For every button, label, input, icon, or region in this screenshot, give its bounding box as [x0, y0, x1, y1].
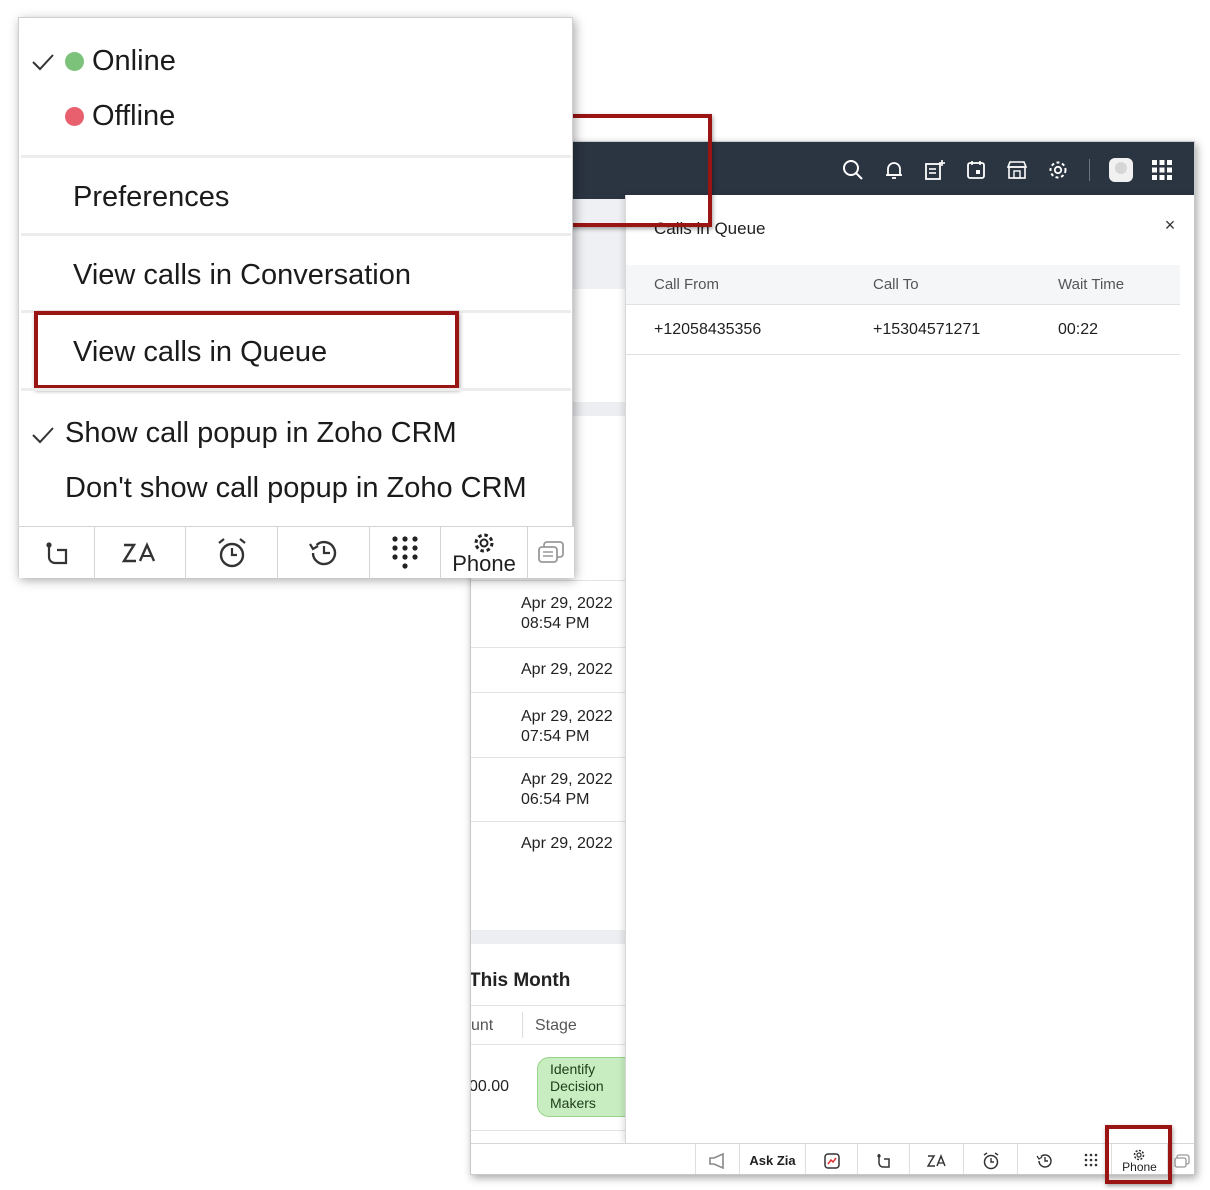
analytics-icon[interactable] [805, 1144, 857, 1174]
column-header-call-to: Call To [873, 276, 919, 293]
show-popup-label: Show call popup in Zoho CRM [65, 416, 457, 449]
menu-item-hide-popup[interactable]: Don't show call popup in Zoho CRM [19, 467, 574, 509]
menu-item-offline[interactable]: Offline [19, 95, 574, 137]
online-status-dot [65, 51, 84, 71]
row-divider [471, 1130, 631, 1131]
table-row[interactable]: +12058435356 +15304571271 00:22 [626, 305, 1180, 355]
calendar-icon[interactable] [964, 158, 988, 182]
cell-call-from: +12058435356 [654, 320, 762, 338]
table-header: Call From Call To Wait Time [626, 265, 1180, 305]
signals-icon[interactable] [19, 527, 95, 579]
marketplace-icon[interactable] [1005, 158, 1029, 182]
phone-label: Phone [452, 551, 516, 576]
close-icon[interactable]: × [1162, 216, 1178, 234]
online-label: Online [92, 44, 176, 77]
menu-item-show-popup[interactable]: Show call popup in Zoho CRM [19, 412, 574, 454]
menu-item-preferences[interactable]: Preferences [19, 176, 574, 218]
bottom-toolbar: Ask Zia Phone [471, 1143, 1194, 1174]
phone-button-highlight [1105, 1125, 1172, 1184]
phone-settings-menu: Online Offline Preferences View calls in… [18, 17, 574, 579]
notification-bell-icon[interactable] [882, 158, 906, 182]
queue-table: Call From Call To Wait Time +12058435356… [626, 265, 1180, 355]
menu-divider [21, 155, 571, 158]
reminder-alarm-icon[interactable] [186, 527, 278, 579]
menu-item-online[interactable]: Online [19, 40, 574, 82]
menu-item-view-calls-conversation[interactable]: View calls in Conversation [19, 254, 574, 296]
offline-label: Offline [92, 99, 176, 132]
menu-divider [21, 388, 571, 391]
ask-zia-button[interactable]: Ask Zia [739, 1144, 805, 1174]
checkmark-icon [32, 54, 54, 71]
column-header-call-from: Call From [654, 276, 720, 293]
menu-divider [21, 233, 571, 236]
cell-wait-time: 00:22 [1058, 320, 1099, 338]
view-queue-highlight [34, 311, 459, 389]
user-avatar[interactable] [1109, 158, 1133, 182]
announcement-megaphone-icon[interactable] [695, 1144, 739, 1174]
add-note-icon[interactable] [923, 158, 947, 182]
row-divider [471, 821, 631, 822]
row-divider [471, 692, 631, 693]
background-divider [471, 930, 631, 944]
search-icon[interactable] [841, 158, 865, 182]
row-divider [471, 1005, 631, 1006]
column-header-amount: unt [471, 1017, 494, 1034]
zia-icon[interactable] [909, 1144, 963, 1174]
column-header-stage: Stage [535, 1017, 577, 1034]
menu-bottom-toolbar: Phone [19, 526, 574, 579]
cell-call-to: +15304571271 [873, 320, 981, 338]
stage-badge: Identify Decision Makers [537, 1057, 637, 1117]
row-divider [471, 757, 631, 758]
column-header-wait-time: Wait Time [1058, 276, 1125, 293]
recent-history-icon[interactable] [1017, 1144, 1071, 1174]
bg-date-2: Apr 29, 2022 08:54 PM [521, 595, 613, 632]
deal-amount: 00.00 [470, 1078, 510, 1095]
column-divider [522, 1012, 523, 1038]
bg-date-4: Apr 29, 2022 07:54 PM [521, 708, 613, 745]
bg-date-3: Apr 29, 2022 [521, 661, 613, 678]
phone-button[interactable]: Phone [441, 527, 528, 579]
panel-title: Calls in Queue [654, 219, 766, 238]
settings-gear-icon[interactable] [1046, 158, 1070, 182]
topbar-divider [1089, 159, 1090, 181]
signals-icon[interactable] [857, 1144, 909, 1174]
hide-popup-label: Don't show call popup in Zoho CRM [65, 471, 527, 504]
preferences-label: Preferences [73, 180, 230, 213]
view-conversation-label: View calls in Conversation [73, 258, 411, 291]
bg-date-6: Apr 29, 2022 [521, 835, 613, 852]
bg-date-5: Apr 29, 2022 06:54 PM [521, 771, 613, 808]
chat-icon[interactable] [528, 527, 574, 579]
top-navigation-bar [471, 142, 1194, 199]
row-divider [471, 647, 631, 648]
checkmark-icon [32, 427, 54, 444]
zia-icon[interactable] [95, 527, 186, 579]
reminder-alarm-icon[interactable] [963, 1144, 1017, 1174]
dialpad-icon[interactable] [370, 527, 441, 579]
recent-history-icon[interactable] [278, 527, 370, 579]
crm-window: 2022M Apr 29, 202208:54 PM Apr 29, 2022 … [470, 141, 1195, 1175]
ask-zia-label: Ask Zia [749, 1153, 796, 1168]
calls-in-queue-panel: Calls in Queue × Call From Call To Wait … [625, 195, 1194, 1143]
row-divider [471, 1044, 631, 1045]
apps-grid-icon[interactable] [1150, 158, 1174, 182]
offline-status-dot [65, 106, 84, 126]
row-divider [471, 580, 631, 581]
section-title-this-month: This Month [470, 970, 571, 991]
